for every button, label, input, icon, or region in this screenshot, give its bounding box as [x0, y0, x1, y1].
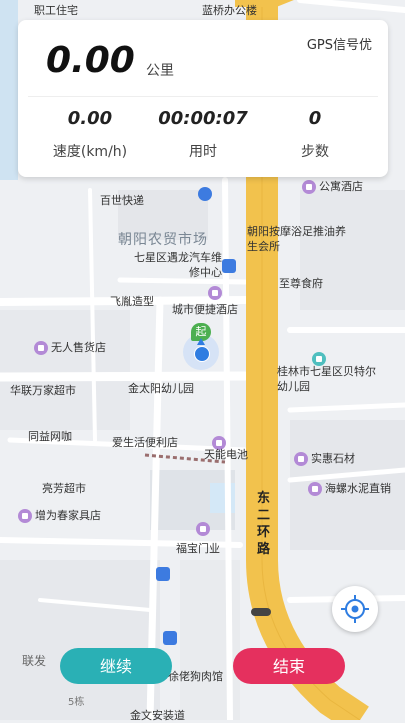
heading-arrow-icon [197, 338, 205, 345]
steps-value: 0 [308, 108, 322, 129]
poi-label-text: 至尊食府 [279, 277, 323, 290]
poi-label-text: 徐佬狗肉馆 [168, 670, 223, 683]
poi-label-text: 桂林市七星区贝特尔幼儿园 [277, 365, 376, 393]
poi-label[interactable]: 亮芳超市 [42, 480, 86, 496]
poi-label[interactable]: 职工住宅 [34, 2, 78, 18]
duration-stat: 00:00:07 用时 [153, 108, 253, 161]
poi-label-text: 亮芳超市 [42, 482, 86, 495]
shop-icon [308, 482, 322, 496]
speed-stat: 0.00 速度(km/h) [40, 108, 140, 161]
poi-label-text: 联发 [22, 654, 47, 668]
poi-label[interactable]: 同益网咖 [28, 428, 72, 444]
locate-button[interactable] [332, 586, 378, 632]
poi-label-text: 爱生活便利店 [112, 436, 178, 449]
start-marker-label: 起 [195, 325, 207, 338]
divider [28, 96, 378, 97]
shop-icon [18, 509, 32, 523]
workout-stats-card: 0.00 公里 GPS信号优 0.00 速度(km/h) 00:00:07 用时… [18, 20, 388, 177]
continue-button[interactable]: 继续 [60, 648, 172, 684]
poi-label[interactable]: 至尊食府 [279, 275, 323, 291]
poi-label[interactable]: 金太阳幼儿园 [128, 380, 194, 396]
gps-status: GPS信号优 [306, 38, 372, 53]
duration-label: 用时 [189, 144, 217, 160]
poi-label-text: 实惠石材 [311, 452, 355, 465]
shop-icon [208, 286, 222, 300]
poi-label-text: 天能电池 [204, 448, 248, 461]
poi-label[interactable]: 桂林市七星区贝特尔幼儿园 [277, 352, 377, 394]
poi-label-text: 百世快递 [100, 194, 144, 207]
shop-icon [294, 452, 308, 466]
poi-label[interactable]: 天能电池 [204, 446, 248, 462]
poi-label[interactable]: 百世快递 [100, 192, 144, 208]
poi-label-text: 公寓酒店 [319, 180, 363, 193]
poi-label-text: 朝阳按摩浴足推油养生会所 [247, 225, 346, 253]
steps-label: 步数 [301, 144, 329, 160]
poi-label-text: 蓝桥办公楼 [202, 4, 257, 17]
poi-label-text: 无人售货店 [51, 341, 106, 354]
poi-label-text: 金太阳幼儿园 [128, 382, 194, 395]
poi-label[interactable]: 飞胤造型 [110, 293, 154, 309]
poi-label[interactable]: 金文安装道 [130, 707, 185, 723]
end-button[interactable]: 结束 [233, 648, 345, 684]
poi-label-text: 七星区遇龙汽车维修中心 [134, 251, 222, 279]
school-icon [312, 352, 326, 366]
parking-icon[interactable] [222, 259, 236, 273]
shop-icon [34, 341, 48, 355]
speed-label: 速度(km/h) [52, 144, 128, 160]
poi-label-text: 城市便捷酒店 [172, 303, 238, 316]
poi-label[interactable]: 蓝桥办公楼 [202, 2, 257, 18]
poi-label-text: 增为春家具店 [35, 509, 101, 522]
poi-label[interactable]: 朝阳按摩浴足推油养生会所 [247, 224, 347, 254]
poi-label-text: 5栋 [68, 697, 85, 708]
poi-label-text: 飞胤造型 [110, 295, 154, 308]
locate-icon [341, 595, 369, 623]
poi-label[interactable]: 增为春家具店 [18, 507, 101, 523]
bus-stop-icon[interactable] [163, 631, 177, 645]
poi-label[interactable]: 无人售货店 [34, 339, 106, 355]
steps-stat: 0 步数 [265, 108, 365, 161]
poi-label-text: 福宝门业 [176, 542, 220, 555]
traffic-light-icon [251, 608, 271, 616]
speed-value: 0.00 [67, 108, 113, 129]
poi-label[interactable]: 5栋 [68, 693, 84, 708]
poi-label[interactable]: 福宝门业 [176, 522, 220, 555]
poi-label-text: 金文安装道 [130, 709, 185, 722]
poi-label-text: 海螺水泥直销 [325, 482, 391, 495]
distance-value: 0.00 [46, 40, 135, 81]
poi-label-text: 职工住宅 [34, 4, 78, 17]
area-label: 朝阳农贸市场 [118, 232, 208, 248]
poi-label[interactable]: 公寓酒店 [302, 178, 363, 194]
bus-stop-icon[interactable] [156, 567, 170, 581]
poi-label-text: 华联万家超市 [10, 384, 76, 397]
shop-icon [196, 522, 210, 536]
poi-label-text: 同益网咖 [28, 430, 72, 443]
poi-label[interactable]: 实惠石材 [294, 450, 355, 466]
poi-label[interactable]: 联发 [22, 652, 46, 669]
hotel-icon [302, 180, 316, 194]
poi-label[interactable]: 海螺水泥直销 [308, 480, 391, 496]
poi-label[interactable]: 华联万家超市 [10, 382, 76, 398]
restroom-icon[interactable] [198, 187, 212, 201]
poi-label[interactable]: 七星区遇龙汽车维修中心 [132, 250, 222, 280]
road-label: 东二环路 [257, 491, 271, 557]
distance-unit: 公里 [146, 63, 174, 79]
poi-label[interactable]: 城市便捷酒店 [172, 286, 238, 316]
duration-value: 00:00:07 [158, 108, 248, 129]
current-location-dot[interactable] [194, 346, 210, 362]
poi-label[interactable]: 徐佬狗肉馆 [168, 668, 223, 684]
